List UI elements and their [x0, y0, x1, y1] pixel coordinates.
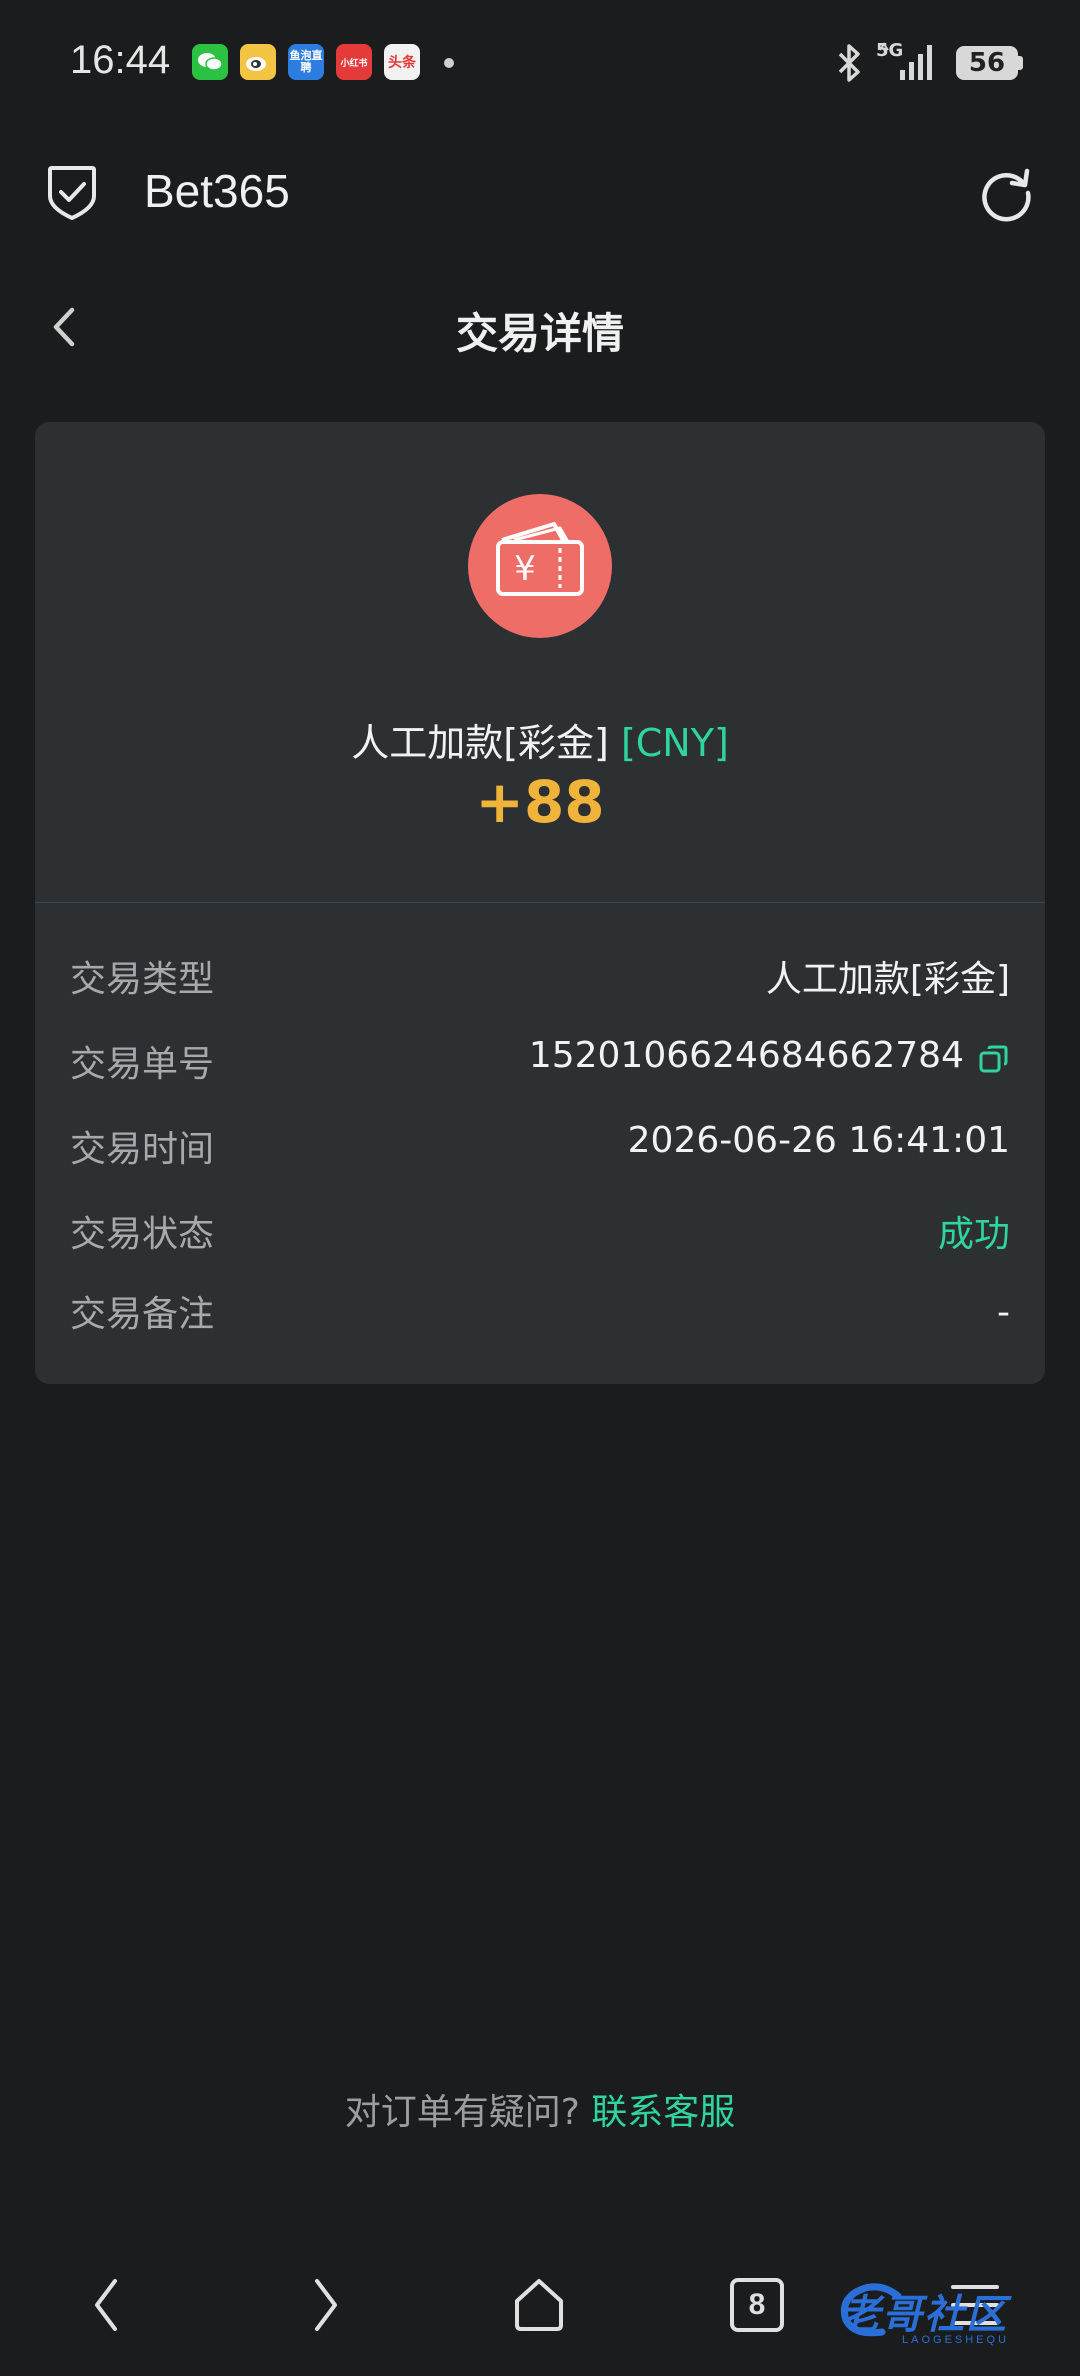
support-prompt: 对订单有疑问? 联系客服: [0, 2083, 1080, 2135]
remark-value: -: [997, 1292, 1010, 1333]
time-value: 2026-06-26 16:41:01: [627, 1120, 1010, 1161]
watermark-subtext: LAOGESHEQU: [902, 2334, 1010, 2346]
wechat-icon: [192, 44, 228, 80]
type-label: 交易类型: [70, 959, 215, 1000]
refresh-button[interactable]: [975, 162, 1037, 224]
wallet-yuan-icon: ¥: [496, 522, 584, 596]
remark-label: 交易备注: [70, 1294, 215, 1335]
chevron-left-icon: [95, 2279, 117, 2331]
toutiao-icon: 头条: [384, 44, 420, 80]
card-divider: [35, 902, 1045, 903]
status-time: 16:44: [70, 38, 171, 82]
page-title: 交易详情: [455, 309, 624, 358]
refresh-icon: [982, 168, 1031, 222]
browser-home-button[interactable]: [504, 2270, 574, 2340]
bluetooth-icon: [834, 42, 864, 88]
shield-check-icon: [44, 162, 100, 226]
status-value: 成功: [937, 1214, 1010, 1255]
transaction-name-text: 人工加款[彩金]: [351, 721, 609, 765]
order-number-label: 交易单号: [70, 1044, 215, 1085]
currency-label: [CNY]: [620, 721, 729, 765]
signal-icon: [876, 40, 940, 88]
xiaohongshu-icon: 小红书: [336, 44, 372, 80]
more-notifications-dot: [444, 58, 454, 68]
chevron-right-icon: [315, 2279, 337, 2331]
browser-tabs-button[interactable]: 8: [722, 2270, 792, 2340]
svg-text:¥: ¥: [514, 549, 536, 589]
transaction-type-badge: ¥: [468, 494, 612, 638]
copy-order-number-button[interactable]: [978, 1043, 1010, 1075]
transaction-name: 人工加款[彩金] [CNY]: [0, 712, 1080, 767]
battery-cap: [1018, 56, 1023, 70]
watermark-text: 老哥社区: [840, 2293, 1008, 2337]
browser-back-button[interactable]: [72, 2270, 142, 2340]
yupao-zhipin-icon: 鱼泡直聘: [288, 44, 324, 80]
browser-forward-button[interactable]: [290, 2270, 360, 2340]
transaction-amount: +88: [475, 768, 605, 836]
weibo-icon: [240, 44, 276, 80]
home-icon: [515, 2279, 563, 2331]
app-title: Bet365: [144, 165, 290, 217]
status-label: 交易状态: [70, 1214, 215, 1255]
order-number-value: 1520106624684662784: [528, 1035, 964, 1076]
contact-support-link[interactable]: 联系客服: [591, 2092, 735, 2133]
battery-indicator: 56: [956, 46, 1018, 80]
type-value: 人工加款[彩金]: [765, 959, 1010, 1000]
support-question: 对订单有疑问?: [344, 2092, 580, 2133]
tabs-count: 8: [730, 2278, 784, 2332]
time-label: 交易时间: [70, 1129, 215, 1170]
copy-icon: [979, 1045, 1008, 1073]
